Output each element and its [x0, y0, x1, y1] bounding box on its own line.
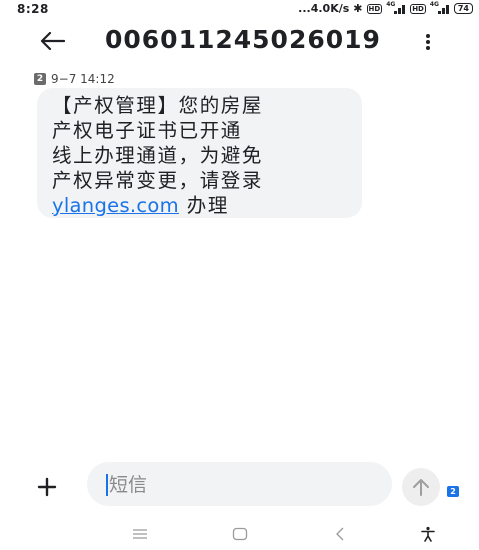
sim-badge: 2	[34, 73, 46, 85]
bluetooth-icon: ✱	[353, 2, 363, 15]
status-icons: ...4.0K/s ✱ HD 4G HD 4G 74	[298, 0, 473, 15]
message-link-suffix: 办理	[178, 194, 229, 217]
accessibility-button[interactable]	[412, 520, 444, 548]
conversation-header: 006011245026019	[0, 22, 479, 62]
menu-button[interactable]	[124, 520, 156, 548]
battery-icon: 74	[453, 3, 473, 14]
message-line: 【产权管理】您的房屋	[52, 94, 264, 117]
signal-icon: 4G	[386, 0, 406, 14]
plus-icon	[37, 477, 57, 497]
compose-area: 2	[0, 460, 479, 510]
status-time: 8:28	[17, 2, 49, 16]
message-line-last: ylanges.com 办理	[52, 193, 350, 218]
attach-button[interactable]	[29, 469, 65, 505]
message-line: 产权电子证书已开通	[52, 119, 242, 142]
accessibility-icon	[421, 526, 435, 542]
message-timestamp-row: 2 9−7 14:12	[34, 72, 115, 86]
arrow-left-icon	[40, 31, 65, 51]
battery-level: 74	[457, 4, 469, 13]
more-vert-icon	[426, 34, 430, 50]
signal-icon-2: 4G	[429, 0, 450, 14]
home-button[interactable]	[224, 520, 256, 548]
network-type: 4G	[386, 0, 396, 8]
send-button[interactable]	[402, 468, 440, 506]
arrow-up-icon	[413, 479, 429, 496]
conversation-title: 006011245026019	[105, 25, 381, 54]
message-line: 产权异常变更，请登录	[52, 169, 264, 192]
message-bubble[interactable]: 【产权管理】您的房屋 产权电子证书已开通 线上办理通道，为避免 产权异常变更，请…	[37, 88, 362, 218]
message-input[interactable]	[107, 462, 331, 508]
compose-box[interactable]: 2	[87, 462, 459, 508]
more-options-button[interactable]	[416, 28, 440, 56]
sim-select-button[interactable]: 2	[447, 486, 459, 497]
back-icon	[336, 527, 344, 541]
hd-badge-2: HD	[410, 3, 426, 14]
hd-badge: HD	[366, 3, 383, 14]
back-button[interactable]	[34, 26, 70, 56]
network-speed: ...4.0K/s	[298, 2, 350, 15]
message-link[interactable]: ylanges.com	[52, 194, 179, 217]
message-timestamp: 9−7 14:12	[51, 72, 115, 86]
home-icon	[232, 527, 248, 541]
status-bar: 8:28 ...4.0K/s ✱ HD 4G HD 4G 74	[0, 0, 479, 18]
message-line: 线上办理通道，为避免	[52, 144, 264, 167]
system-nav-bar	[0, 518, 479, 550]
nav-back-button[interactable]	[324, 520, 356, 548]
network-type-2: 4G	[429, 0, 439, 8]
menu-icon	[133, 529, 147, 539]
